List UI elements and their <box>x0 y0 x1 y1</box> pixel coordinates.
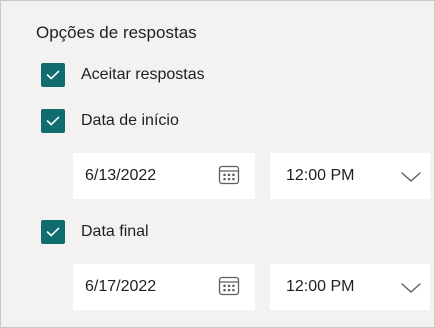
start-date-label: Data de início <box>81 112 179 129</box>
start-date-value: 6/13/2022 <box>85 167 157 184</box>
response-options-panel: Opções de respostas Aceitar respostas Da… <box>0 0 435 328</box>
end-time-value: 12:00 PM <box>286 278 355 295</box>
start-time-value: 12:00 PM <box>286 167 355 184</box>
accept-responses-option[interactable]: Aceitar respostas <box>41 63 205 87</box>
checkmark-icon <box>46 70 60 80</box>
end-date-label: Data final <box>81 223 149 240</box>
start-date-option[interactable]: Data de início <box>41 109 179 133</box>
chevron-down-icon <box>401 172 421 182</box>
section-title: Opções de respostas <box>36 23 197 42</box>
checkmark-icon <box>46 227 60 237</box>
calendar-icon[interactable] <box>217 163 241 187</box>
end-date-picker[interactable]: 6/17/2022 <box>73 264 255 310</box>
calendar-icon[interactable] <box>217 274 241 298</box>
start-date-checkbox[interactable] <box>41 109 65 133</box>
checkmark-icon <box>46 116 60 126</box>
accept-responses-label: Aceitar respostas <box>81 66 205 83</box>
start-date-picker[interactable]: 6/13/2022 <box>73 153 255 199</box>
end-date-option[interactable]: Data final <box>41 220 149 244</box>
chevron-down-icon <box>401 283 421 293</box>
end-date-checkbox[interactable] <box>41 220 65 244</box>
end-date-value: 6/17/2022 <box>85 278 157 295</box>
start-time-dropdown[interactable]: 12:00 PM <box>270 153 430 199</box>
accept-responses-checkbox[interactable] <box>41 63 65 87</box>
end-time-dropdown[interactable]: 12:00 PM <box>270 264 430 310</box>
